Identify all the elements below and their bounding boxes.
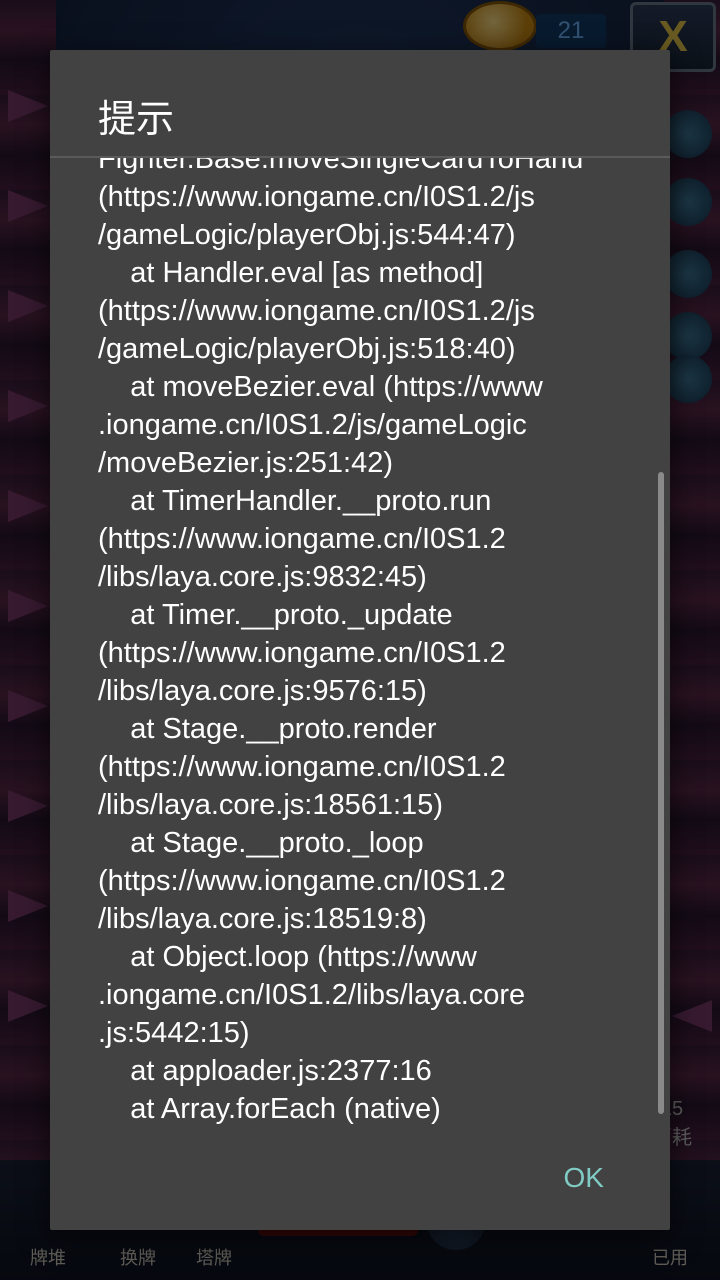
error-stack-trace: Fighter.Base.moveSingleCardToHand (https… — [98, 158, 584, 1125]
alert-dialog: 提示 Fighter.Base.moveSingleCardToHand (ht… — [50, 50, 670, 1230]
ok-button[interactable]: OK — [564, 1156, 604, 1200]
dialog-title: 提示 — [98, 97, 175, 141]
message-scrollbar[interactable] — [658, 472, 664, 1114]
message-scroll-area[interactable]: Fighter.Base.moveSingleCardToHand (https… — [50, 158, 670, 1158]
